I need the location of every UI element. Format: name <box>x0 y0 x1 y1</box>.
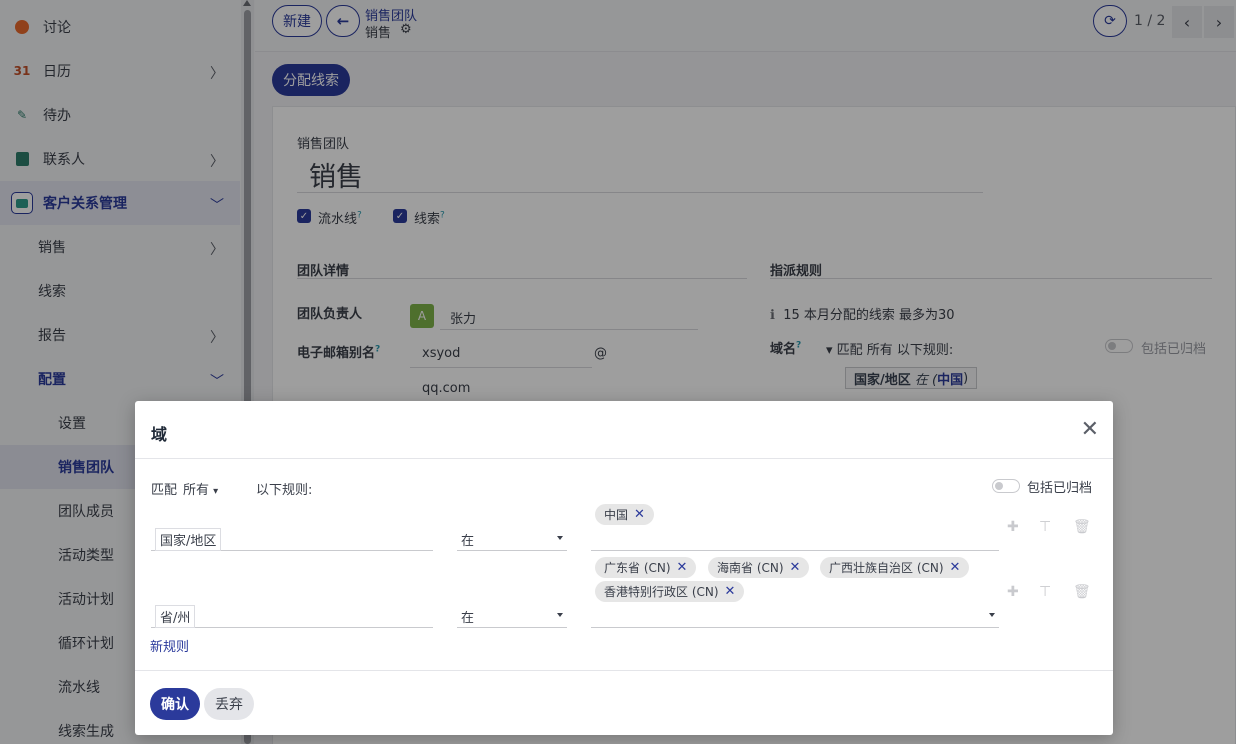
remove-tag-icon[interactable]: ✕ <box>950 560 961 575</box>
remove-tag-icon[interactable]: ✕ <box>790 560 801 575</box>
rule-field-tag: 国家/地区 <box>155 528 222 551</box>
discard-button[interactable]: 丢弃 <box>204 688 254 720</box>
remove-tag-icon[interactable]: ✕ <box>634 507 645 522</box>
remove-tag-icon[interactable]: ✕ <box>677 560 688 575</box>
include-archived-toggle[interactable] <box>992 479 1020 493</box>
rule-operator-select-2[interactable]: 在 <box>457 602 567 628</box>
add-branch-icon[interactable]: ⊤ <box>1039 584 1051 600</box>
domain-dialog: 域 ✕ 匹配 所有 ▾ 以下规则: 包括已归档 国家/地区 在 中国 ✕ ✚ ⊤ … <box>135 401 1113 735</box>
include-archived-label: 包括已归档 <box>1027 481 1093 496</box>
confirm-button[interactable]: 确认 <box>150 688 200 720</box>
rule-value-input-1[interactable] <box>591 525 999 551</box>
add-rule-icon[interactable]: ✚ <box>1007 584 1019 600</box>
caret-down-icon <box>557 613 563 617</box>
delete-rule-icon[interactable]: 🗑 <box>1073 584 1091 600</box>
rule-field-path-1[interactable]: 国家/地区 <box>151 525 433 551</box>
rule-field-path-2[interactable]: 省/州 <box>151 602 433 628</box>
value-tag[interactable]: 海南省 (CN) ✕ <box>708 557 810 578</box>
match-prefix: 匹配 <box>151 483 178 498</box>
new-rule-link[interactable]: 新规则 <box>150 636 189 655</box>
dialog-title: 域 <box>151 425 168 444</box>
rule-field-tag: 省/州 <box>155 605 196 628</box>
dialog-footer-divider <box>135 670 1113 671</box>
value-tag[interactable]: 广西壮族自治区 (CN) ✕ <box>820 557 970 578</box>
remove-tag-icon[interactable]: ✕ <box>725 584 736 599</box>
caret-down-icon <box>557 536 563 540</box>
match-suffix: 以下规则: <box>256 483 313 498</box>
value-tag[interactable]: 广东省 (CN) ✕ <box>595 557 697 578</box>
dialog-header-divider <box>135 458 1113 459</box>
value-tag[interactable]: 香港特别行政区 (CN) ✕ <box>595 581 745 602</box>
caret-down-icon[interactable] <box>989 613 995 617</box>
delete-rule-icon[interactable]: 🗑 <box>1073 519 1091 535</box>
add-rule-icon[interactable]: ✚ <box>1007 519 1019 535</box>
add-branch-icon[interactable]: ⊤ <box>1039 519 1051 535</box>
rule-value-input-2[interactable] <box>591 602 999 628</box>
value-tag[interactable]: 中国 ✕ <box>595 504 654 525</box>
rule-operator-select-1[interactable]: 在 <box>457 525 567 551</box>
caret-down-icon: ▾ <box>213 486 219 497</box>
match-mode-select[interactable]: 所有 ▾ <box>183 479 218 498</box>
close-icon[interactable]: ✕ <box>1081 417 1099 442</box>
